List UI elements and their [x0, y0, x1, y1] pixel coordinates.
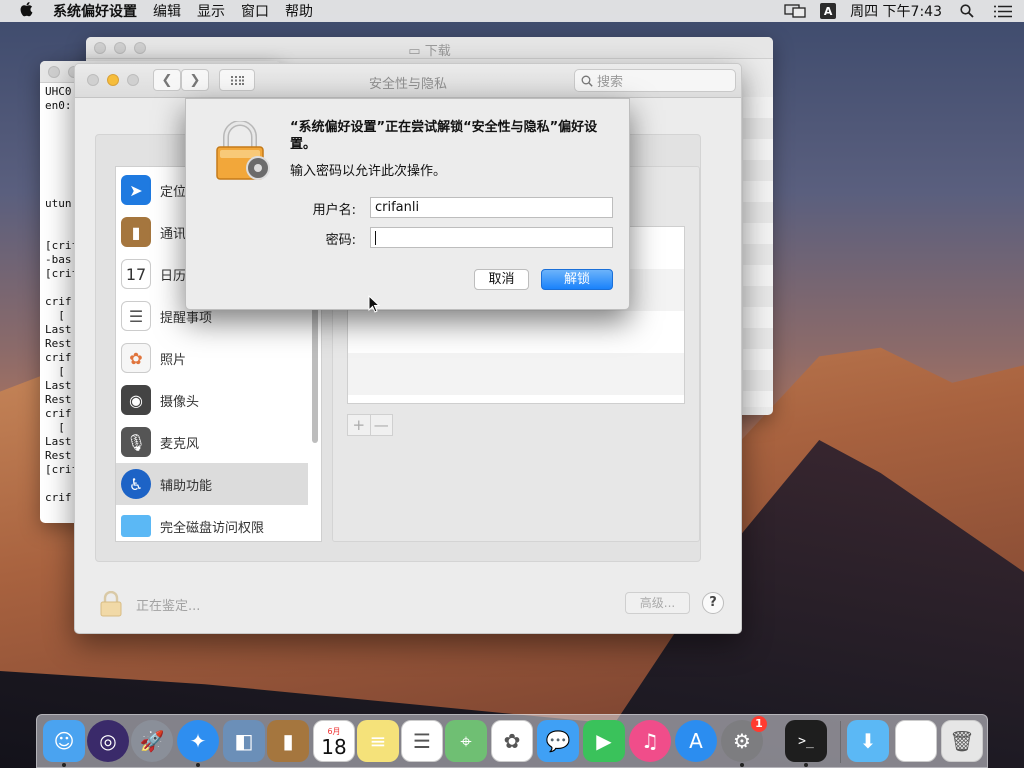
username-label: 用户名:: [312, 203, 356, 218]
window-title: ▭ 下载: [408, 44, 451, 59]
list-item[interactable]: [348, 311, 684, 353]
safari-icon[interactable]: ✦: [177, 720, 219, 762]
sidebar-item[interactable]: ◉ 摄像头: [116, 379, 308, 421]
airplay-display-icon[interactable]: [784, 4, 806, 18]
location-icon: ➤: [121, 175, 151, 205]
photos-icon: ✿: [121, 343, 151, 373]
sidebar-item-label: 照片: [160, 352, 187, 368]
password-field[interactable]: [370, 227, 613, 248]
authentication-status: 正在鉴定...: [136, 599, 201, 614]
username-field[interactable]: crifanli: [370, 197, 613, 218]
folder-icon: [121, 515, 151, 537]
calendar-day: 18: [321, 734, 347, 759]
system-preferences-icon[interactable]: ⚙ 1: [721, 716, 767, 762]
help-button[interactable]: ?: [702, 592, 724, 614]
maps-icon[interactable]: ⌖: [445, 720, 487, 762]
accessibility-icon: ♿: [121, 469, 151, 499]
photos-icon[interactable]: ✿: [491, 720, 533, 762]
running-indicator: [804, 763, 808, 767]
dock-separator: [840, 721, 841, 763]
text-caret: [375, 230, 376, 245]
add-app-button[interactable]: +: [348, 415, 370, 435]
menu-app-name[interactable]: 系统偏好设置: [53, 1, 137, 21]
notes-icon[interactable]: ≡: [357, 720, 399, 762]
terminal-icon[interactable]: >_: [785, 720, 827, 762]
dock: ☺ ◎ 🚀 ✦ ◧ ▮ 6月 18 ≡ ☰ ⌖ ✿ 💬 ▶ ♫ A ⚙ 1 >_ ⬇ 🗑: [36, 714, 988, 768]
itunes-icon[interactable]: ♫: [629, 720, 671, 762]
facetime-icon[interactable]: ▶: [583, 720, 625, 762]
list-item[interactable]: [348, 353, 684, 395]
spotlight-search-icon[interactable]: [956, 4, 978, 18]
recent-window-icon[interactable]: [895, 720, 937, 762]
sidebar-item[interactable]: 完全磁盘访问权限: [116, 505, 308, 541]
search-placeholder: 搜索: [597, 75, 624, 90]
sidebar-item[interactable]: ♿ 辅助功能: [116, 463, 308, 505]
dialog-title: “系统偏好设置”正在尝试解锁“安全性与隐私”偏好设置。: [290, 120, 598, 152]
menu-clock[interactable]: 周四 下午7:43: [850, 1, 942, 21]
camera-icon: ◉: [121, 385, 151, 415]
sidebar-scrollbar[interactable]: [312, 297, 318, 443]
padlock-icon: [214, 120, 270, 183]
unlock-button[interactable]: 解锁: [541, 269, 613, 290]
microphone-icon: 🎙: [121, 427, 151, 457]
password-label: 密码:: [325, 233, 356, 248]
launchpad-icon[interactable]: 🚀: [131, 720, 173, 762]
downloads-folder-icon[interactable]: ⬇: [847, 720, 889, 762]
remove-app-button[interactable]: —: [369, 415, 393, 435]
running-indicator: [196, 763, 200, 767]
mouse-pointer-icon: [368, 295, 380, 313]
search-input[interactable]: 搜索: [574, 69, 736, 92]
reminders-icon: ☰: [121, 301, 151, 331]
dialog-subtitle: 输入密码以允许此次操作。: [290, 164, 447, 179]
downloads-titlebar: ▭ 下载: [86, 37, 773, 59]
sidebar-item-label: 摄像头: [160, 394, 200, 410]
sidebar-item-label: 辅助功能: [160, 478, 213, 494]
cancel-button[interactable]: 取消: [474, 269, 529, 290]
reminders-icon[interactable]: ☰: [401, 720, 443, 762]
menu-help[interactable]: 帮助: [285, 1, 313, 21]
notification-center-icon[interactable]: [992, 4, 1014, 18]
finder-icon[interactable]: ☺: [43, 720, 85, 762]
add-remove-control: + —: [347, 414, 393, 436]
notification-badge: 1: [751, 716, 767, 732]
folder-icon: ▭: [408, 44, 421, 59]
menu-window[interactable]: 窗口: [241, 1, 269, 21]
trash-icon[interactable]: 🗑: [941, 720, 983, 762]
sidebar-item-label: 麦克风: [160, 436, 200, 452]
unlock-dialog: “系统偏好设置”正在尝试解锁“安全性与隐私”偏好设置。 输入密码以允许此次操作。…: [185, 98, 630, 310]
menu-view[interactable]: 显示: [197, 1, 225, 21]
close-button[interactable]: [48, 66, 60, 78]
sidebar-item[interactable]: ✿ 照片: [116, 337, 308, 379]
running-indicator: [740, 763, 744, 767]
running-indicator: [62, 763, 66, 767]
sidebar-item[interactable]: 🎙 麦克风: [116, 421, 308, 463]
advanced-button[interactable]: 高级...: [625, 592, 690, 614]
contacts-icon[interactable]: ▮: [267, 720, 309, 762]
contacts-icon: ▮: [121, 217, 151, 247]
messages-icon[interactable]: 💬: [537, 720, 579, 762]
sidebar-item-label: 日历: [160, 268, 187, 284]
search-icon: [581, 75, 593, 87]
app-store-icon[interactable]: A: [675, 720, 717, 762]
menu-edit[interactable]: 编辑: [153, 1, 181, 21]
downloads-list-fragment: [743, 97, 773, 407]
preview-icon[interactable]: ◧: [223, 720, 265, 762]
lock-icon[interactable]: [99, 590, 123, 622]
menu-bar: 系统偏好设置 编辑 显示 窗口 帮助 A 周四 下午7:43: [0, 0, 1024, 22]
apple-menu-icon[interactable]: [16, 1, 38, 21]
input-source-icon[interactable]: A: [820, 3, 837, 19]
window-toolbar: ❮ ❯ 安全性与隐私 搜索: [75, 64, 741, 98]
username-value: crifanli: [375, 200, 420, 215]
sidebar-item-label: 完全磁盘访问权限: [160, 520, 265, 536]
calendar-icon[interactable]: 6月 18: [313, 720, 355, 762]
siri-icon[interactable]: ◎: [87, 720, 129, 762]
calendar-icon: 17: [121, 259, 151, 289]
